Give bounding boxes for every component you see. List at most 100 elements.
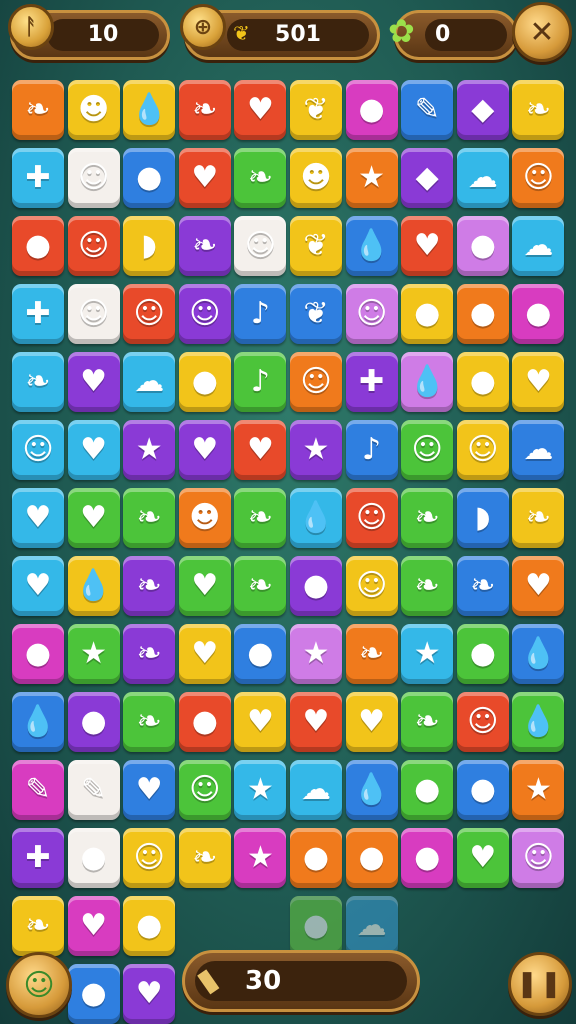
tile-ghost[interactable]: ☺ (178, 284, 231, 344)
tile-heart[interactable]: ♥ (67, 352, 120, 412)
tile-heart[interactable]: ♥ (12, 556, 64, 616)
tile-cloud[interactable]: ☁ (290, 760, 342, 820)
tile-cross[interactable]: ✚ (12, 828, 64, 888)
tile-cross[interactable]: ✚ (345, 352, 398, 412)
tile-berry[interactable]: ● (512, 284, 565, 344)
tile-heart[interactable]: ♥ (178, 624, 231, 684)
tile-pepper[interactable]: ❧ (401, 488, 454, 548)
tile-frog[interactable]: ☻ (178, 488, 231, 548)
tile-heart[interactable]: ♥ (178, 556, 231, 616)
tile-cross[interactable]: ✚ (12, 284, 64, 344)
tile-star[interactable]: ★ (401, 624, 454, 684)
tile-berry[interactable]: ● (290, 556, 342, 616)
tile-heart[interactable]: ♥ (234, 420, 287, 480)
tile-star[interactable]: ★ (290, 624, 342, 684)
tile-pepper[interactable]: ❧ (456, 556, 509, 616)
tile-heart[interactable]: ♥ (123, 964, 176, 1024)
tile-apple[interactable]: ● (67, 692, 120, 752)
tile-star[interactable]: ★ (345, 148, 398, 208)
tile-cloud[interactable]: ☁ (123, 352, 176, 412)
tile-cloud[interactable]: ☁ (512, 420, 565, 480)
tile-drop[interactable]: 💧 (401, 352, 454, 412)
tile-pepper[interactable]: ❧ (512, 80, 565, 140)
tile-gem[interactable]: ◆ (456, 80, 509, 140)
tile-heart[interactable]: ♥ (67, 488, 120, 548)
tile-feather[interactable]: ✎ (401, 80, 454, 140)
tile-drop[interactable]: 💧 (512, 624, 565, 684)
pet-button[interactable]: ☺ (6, 952, 72, 1018)
tile-leaf[interactable]: ❦ (290, 284, 342, 344)
tile-feather[interactable]: ✎ (12, 760, 64, 820)
tile-face[interactable]: ☺ (345, 488, 398, 548)
tile-face[interactable]: ☺ (345, 284, 398, 344)
tile-pepper[interactable]: ❧ (123, 556, 176, 616)
tile-heart[interactable]: ♥ (456, 828, 509, 888)
tile-heart[interactable]: ♥ (234, 692, 287, 752)
tile-star[interactable]: ★ (234, 828, 287, 888)
tile-apple[interactable]: ● (401, 284, 454, 344)
tile-pepper[interactable]: ❧ (178, 828, 231, 888)
tile-face[interactable]: ☺ (67, 284, 120, 344)
tile-pepper[interactable]: ❧ (12, 896, 64, 956)
settings-button[interactable]: ✕ (512, 2, 572, 62)
tile-drop[interactable]: 💧 (512, 692, 565, 752)
tile-heart[interactable]: ♥ (290, 692, 342, 752)
tile-apple[interactable]: ● (178, 692, 231, 752)
tile-face[interactable]: ☺ (290, 352, 342, 412)
tile-apple[interactable]: ● (456, 284, 509, 344)
tile-face[interactable]: ☺ (456, 420, 509, 480)
tile-berry[interactable]: ● (67, 828, 120, 888)
tile-star[interactable]: ★ (234, 760, 287, 820)
tile-star[interactable]: ★ (512, 760, 565, 820)
tile-drop[interactable]: 💧 (345, 760, 398, 820)
tile-heart[interactable]: ♥ (178, 148, 231, 208)
tile-pepper[interactable]: ❧ (512, 488, 565, 548)
tile-star[interactable]: ★ (67, 624, 120, 684)
tile-mic[interactable]: ♪ (345, 420, 398, 480)
tile-cross[interactable]: ✚ (12, 148, 64, 208)
tile-face[interactable]: ☺ (234, 216, 287, 276)
tile-face[interactable]: ☺ (512, 148, 565, 208)
tile-heart[interactable]: ♥ (123, 760, 176, 820)
tile-pepper[interactable]: ❧ (345, 624, 398, 684)
tile-gem[interactable]: ◆ (401, 148, 454, 208)
tile-cloud[interactable]: ☁ (345, 896, 398, 956)
tile-berry[interactable]: ● (12, 624, 64, 684)
tile-berry[interactable]: ● (234, 624, 287, 684)
tile-pepper[interactable]: ❧ (234, 488, 287, 548)
tile-drop[interactable]: 💧 (290, 488, 342, 548)
tile-face[interactable]: ☺ (456, 692, 509, 752)
tile-pepper[interactable]: ❧ (123, 488, 176, 548)
tile-face[interactable]: ☺ (123, 828, 176, 888)
tile-cloud[interactable]: ☁ (456, 148, 509, 208)
tile-mic[interactable]: ♪ (234, 284, 287, 344)
tile-pepper[interactable]: ❧ (234, 556, 287, 616)
tile-drop[interactable]: 💧 (345, 216, 398, 276)
tile-pepper[interactable]: ❧ (401, 556, 454, 616)
tile-pepper[interactable]: ❧ (401, 692, 454, 752)
pause-button[interactable]: ❚❚ (508, 952, 572, 1016)
tile-pepper[interactable]: ❧ (12, 80, 64, 140)
tile-heart[interactable]: ♥ (512, 352, 565, 412)
tile-berry[interactable]: ● (67, 964, 120, 1024)
tile-apple[interactable]: ● (401, 760, 454, 820)
tile-leaf[interactable]: ❦ (290, 216, 342, 276)
tile-apple[interactable]: ● (123, 896, 176, 956)
tile-heart[interactable]: ♥ (12, 488, 64, 548)
tile-fish[interactable]: ◗ (123, 216, 176, 276)
tile-heart[interactable]: ♥ (345, 692, 398, 752)
tile-berry[interactable]: ● (401, 828, 454, 888)
tile-face[interactable]: ☺ (67, 216, 120, 276)
tile-face[interactable]: ☺ (401, 420, 454, 480)
tile-berry[interactable]: ● (456, 216, 509, 276)
tile-berry[interactable]: ● (345, 80, 398, 140)
tile-feather[interactable]: ✎ (67, 760, 120, 820)
tile-pepper[interactable]: ❧ (178, 80, 231, 140)
tile-drop[interactable]: 💧 (12, 692, 64, 752)
tile-mic[interactable]: ♪ (234, 352, 287, 412)
tile-frog[interactable]: ☻ (290, 148, 342, 208)
tile-drop[interactable]: 💧 (123, 80, 176, 140)
tile-heart[interactable]: ♥ (512, 556, 565, 616)
tile-apple[interactable]: ● (290, 896, 342, 956)
tile-apple[interactable]: ● (12, 216, 64, 276)
